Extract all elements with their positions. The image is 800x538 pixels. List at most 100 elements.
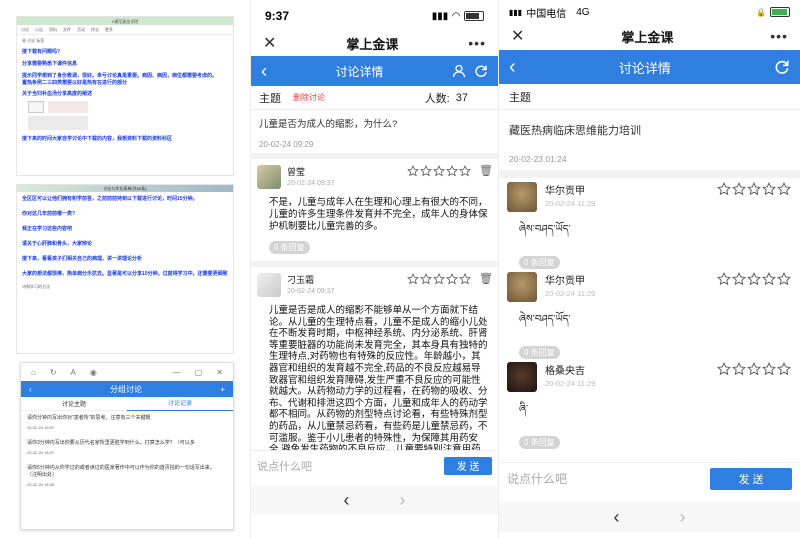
maximize-icon[interactable]: ▢	[195, 368, 203, 377]
count-label: 人数:	[424, 92, 450, 105]
star-icon[interactable]	[762, 362, 776, 376]
back-arrow-icon[interactable]: ‹	[614, 507, 620, 528]
close-icon[interactable]: ✕	[216, 368, 223, 377]
refresh-icon[interactable]	[474, 64, 488, 78]
rating-stars[interactable]	[717, 272, 791, 286]
rating-stars[interactable]	[407, 273, 471, 285]
topic-row: 主题	[499, 84, 800, 110]
mini-tab[interactable]: 资料	[49, 27, 57, 32]
rating-stars[interactable]	[717, 362, 791, 376]
star-icon[interactable]	[433, 273, 445, 285]
modal-tabs: 讨论主题 讨论记录	[21, 397, 233, 411]
star-icon[interactable]	[732, 272, 746, 286]
mini-tab[interactable]: 更多	[105, 27, 113, 32]
comment-text: 儿童是否是成人的缩影不能够单从一个方面就下结论。从儿童的生理特点看，儿童不是成人…	[269, 305, 488, 453]
send-button[interactable]: 发 送	[710, 467, 792, 490]
star-icon[interactable]	[732, 182, 746, 196]
home-icon[interactable]: ⌂	[31, 368, 36, 377]
more-icon[interactable]: •••	[770, 28, 788, 44]
back-icon[interactable]: ‹	[509, 56, 516, 79]
mini-tab[interactable]: 讨论	[21, 27, 29, 32]
star-icon[interactable]	[420, 165, 432, 177]
status-icons: 🔒	[756, 7, 790, 17]
modal-item-text: 请你分钟内写出你对"患者所"的思考。注意有三个关键概	[27, 415, 151, 421]
mini-tab[interactable]: 公告	[35, 27, 43, 32]
rating-stars[interactable]	[407, 165, 471, 177]
star-icon[interactable]	[762, 272, 776, 286]
modal-item-text: 请你5分钟内从你学过的或者读过的医家著作中可以作为你的首页拍的一句话写出来。（注…	[27, 465, 215, 478]
star-icon[interactable]	[732, 362, 746, 376]
status-icons: ▮▮▮ ◠	[432, 11, 484, 22]
reply-count-badge[interactable]: 0 条回复	[269, 241, 310, 254]
comment-input[interactable]: 说点什么吧	[257, 458, 312, 474]
modal-item[interactable]: 请你5分钟内从你学过的或者读过的医家著作中可以作为你的首页拍的一句话写出来。（注…	[27, 465, 227, 487]
star-icon[interactable]	[777, 362, 791, 376]
back-icon[interactable]: ‹	[261, 61, 267, 82]
close-icon[interactable]: ✕	[511, 26, 524, 46]
star-icon[interactable]	[433, 165, 445, 177]
more-icon[interactable]: •••	[468, 35, 486, 51]
forward-arrow-icon[interactable]: ›	[400, 490, 406, 511]
send-button[interactable]: 发 送	[444, 456, 492, 475]
text-icon[interactable]: A	[71, 368, 76, 377]
delete-discussion-button[interactable]: 删除讨论	[293, 92, 325, 103]
page-header: ‹ 讨论详情	[499, 50, 800, 84]
mini-toolbar: ⌂ ↻ A ◉ — ▢ ✕	[21, 363, 233, 381]
mini-list: 原 讨论 标签 接下载有问题吗? 分享需要熟悉下课件信息 提示同学想到了身份教调…	[17, 35, 233, 146]
reply-count-badge[interactable]: 0 条回复	[519, 436, 560, 449]
star-icon[interactable]	[459, 273, 471, 285]
star-icon[interactable]	[747, 362, 761, 376]
star-icon[interactable]	[446, 165, 458, 177]
tab-topic[interactable]: 讨论主题	[21, 399, 127, 408]
comment-header: 格桑央吉 20-02-24 11:29	[499, 358, 800, 392]
star-icon[interactable]	[446, 273, 458, 285]
back-arrow-icon[interactable]: ‹	[344, 490, 350, 511]
forward-arrow-icon[interactable]: ›	[680, 507, 686, 528]
star-icon[interactable]	[747, 272, 761, 286]
comment-time: 20-02-24 09:37	[287, 180, 335, 187]
refresh-icon[interactable]	[774, 59, 790, 75]
comment-author: 华尔贡甲	[545, 186, 585, 197]
divider	[499, 170, 800, 178]
mini-tab[interactable]: 活动	[77, 27, 85, 32]
question-time: 20-02-23 01:24	[509, 154, 567, 164]
star-icon[interactable]	[777, 272, 791, 286]
mini-attachments	[28, 101, 228, 113]
refresh-icon[interactable]: ↻	[50, 368, 57, 377]
star-icon[interactable]	[407, 165, 419, 177]
rating-stars[interactable]	[717, 182, 791, 196]
comment-author: 华尔贡甲	[545, 276, 585, 287]
comment-item: 华尔贡甲 20-02-24 11:29 ཞེས་བཤད་ཡོད་ 0 条回复	[499, 268, 800, 359]
modal-item[interactable]: 请你3分钟内写出你要从历代名家所里更胜学到什么。打算怎么学？（可以多 20-02…	[27, 440, 227, 455]
star-icon[interactable]	[407, 273, 419, 285]
trash-icon[interactable]: 🗑	[479, 272, 493, 285]
mini-tab[interactable]: 作业	[91, 27, 99, 32]
mini-line: 请关于心肝肺和骨头，大家辩论	[22, 241, 93, 247]
star-icon[interactable]	[717, 362, 731, 376]
mini-line: 全区区可以让他们拥有积学前答，之前前前持到以下载进行讨论，时间15分钟。	[22, 196, 198, 202]
minimize-icon[interactable]: —	[173, 368, 181, 377]
mini-tab[interactable]: 文件	[63, 27, 71, 32]
eye-icon[interactable]: ◉	[90, 368, 97, 377]
star-icon[interactable]	[717, 272, 731, 286]
tab-record[interactable]: 讨论记录	[127, 397, 233, 411]
close-icon[interactable]: ✕	[263, 33, 276, 53]
comment-input[interactable]: 说点什么吧	[507, 470, 567, 487]
star-icon[interactable]	[420, 273, 432, 285]
trash-icon[interactable]: 🗑	[479, 164, 493, 177]
carrier-group: ▮▮▮ 中国电信 4G	[509, 5, 590, 20]
star-icon[interactable]	[747, 182, 761, 196]
mini-line: 诗和学习的方法	[22, 284, 50, 289]
back-icon[interactable]: ‹	[29, 385, 32, 394]
app-title: 掌上金课	[346, 36, 399, 52]
modal-item[interactable]: 请你分钟内写出你对"患者所"的思考。注意有三个关键概 20-02-24 16:3…	[27, 415, 227, 430]
reply-row: 0 条回复	[499, 246, 800, 270]
star-icon[interactable]	[777, 182, 791, 196]
star-icon[interactable]	[717, 182, 731, 196]
star-icon[interactable]	[459, 165, 471, 177]
modal-item-time: 20-02-24 16:37	[27, 425, 55, 430]
user-icon[interactable]	[452, 64, 466, 78]
star-icon[interactable]	[762, 182, 776, 196]
mini-line: 接下载有问题吗?	[22, 49, 61, 55]
add-icon[interactable]: +	[220, 385, 225, 394]
